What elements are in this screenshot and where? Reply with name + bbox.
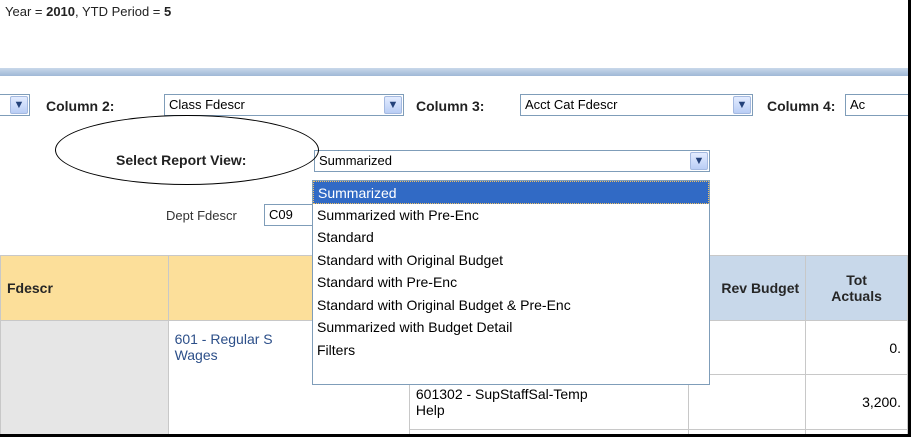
chevron-down-icon[interactable]: ▼	[733, 96, 751, 114]
ytd-label: , YTD Period =	[75, 4, 165, 19]
report-view-value: Summarized	[319, 153, 392, 168]
option-summarized-pre-enc[interactable]: Summarized with Pre-Enc	[313, 204, 709, 227]
header-tot-line2: Actuals	[831, 288, 882, 304]
ytd-value: 5	[164, 4, 172, 19]
actuals-cell: 3,200.	[805, 374, 908, 430]
highlight-oval-annotation	[55, 115, 319, 185]
option-standard-pre-enc[interactable]: Standard with Pre-Enc	[313, 271, 709, 294]
dept-label: Dept Fdescr	[166, 208, 237, 223]
option-standard-original-budget[interactable]: Standard with Original Budget	[313, 249, 709, 272]
account-line2: Help	[415, 402, 445, 418]
rev-budget-cell	[687, 429, 807, 434]
year-value: 2010	[46, 4, 76, 19]
report-frame: Year = 2010, YTD Period = 5 ▼ Column 2: …	[0, 0, 911, 437]
account-cell	[408, 429, 689, 434]
column-2-select[interactable]: Class Fdescr ▼	[164, 94, 404, 116]
actuals-cell	[805, 429, 908, 434]
column-3-select[interactable]: Acct Cat Fdescr ▼	[520, 94, 753, 116]
option-summarized-budget-detail[interactable]: Summarized with Budget Detail	[313, 316, 709, 339]
option-summarized[interactable]: Summarized	[313, 181, 709, 204]
column-2-value: Class Fdescr	[169, 97, 245, 112]
option-standard[interactable]: Standard	[313, 226, 709, 249]
column-4-label: Column 4:	[767, 98, 836, 114]
account-line1: 601302 - SupStaffSal-Temp	[415, 386, 588, 402]
column-4-select[interactable]: Ac	[845, 94, 908, 116]
actuals-cell: 0.	[805, 320, 908, 375]
chevron-down-icon[interactable]: ▼	[10, 96, 28, 114]
option-filters[interactable]: Filters	[313, 339, 709, 362]
column-3-value: Acct Cat Fdescr	[525, 97, 618, 112]
column-1-select[interactable]: ▼	[0, 94, 30, 116]
report-view-dropdown-list[interactable]: Summarized Summarized with Pre-Enc Stand…	[312, 180, 710, 385]
section-header-bar	[0, 68, 908, 76]
column-3-label: Column 3:	[416, 98, 485, 114]
column-2-label: Column 2:	[46, 98, 115, 114]
option-standard-original-budget-pre-enc[interactable]: Standard with Original Budget & Pre-Enc	[313, 294, 709, 317]
chevron-down-icon[interactable]: ▼	[384, 96, 402, 114]
report-view-select[interactable]: Summarized ▼	[314, 150, 710, 172]
column-4-value: Ac	[850, 97, 866, 112]
year-label: Year =	[5, 4, 47, 19]
chevron-down-icon[interactable]: ▼	[690, 152, 708, 170]
header-tot-line1: Tot	[846, 272, 867, 288]
fdescr-cell	[0, 320, 169, 434]
ytd-summary: Year = 2010, YTD Period = 5	[5, 4, 171, 19]
dept-value: C09	[269, 207, 293, 222]
header-fdescr[interactable]: Fdescr	[0, 255, 169, 321]
header-tot-actuals[interactable]: Tot Actuals	[805, 255, 908, 321]
